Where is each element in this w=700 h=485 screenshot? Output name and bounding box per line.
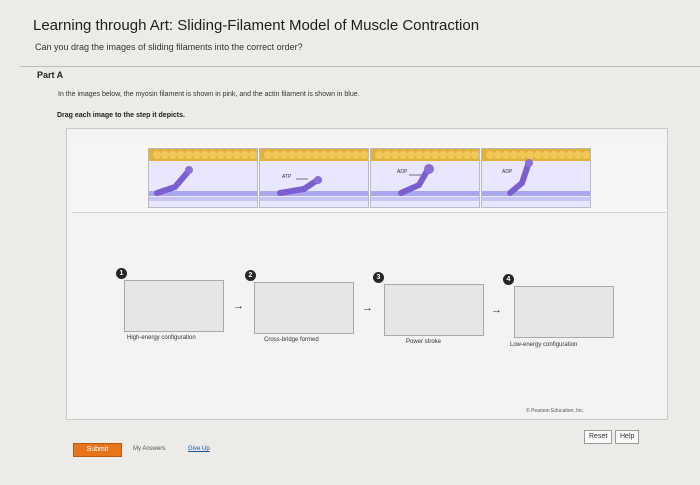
instructions: In the images below, the myosin filament… (58, 91, 360, 98)
sliding-filament-illustration (260, 149, 368, 201)
step-label: High-energy configuration (127, 335, 196, 341)
reset-button[interactable]: Reset (584, 430, 613, 444)
question-text: Can you drag the images of sliding filam… (35, 42, 303, 52)
drop-target-step-3[interactable] (384, 284, 484, 336)
sliding-filament-illustration (371, 149, 479, 201)
page-title: Learning through Art: Sliding-Filament M… (33, 17, 480, 34)
adp-label: ADP (397, 169, 408, 175)
divider (20, 66, 700, 67)
sequence-arrow: → (491, 304, 502, 316)
step-label: Power stroke (406, 339, 442, 345)
draggable-image-tile[interactable]: ADP (370, 148, 480, 208)
give-up-link[interactable]: Give Up (188, 446, 210, 452)
step-number-badge: 3 (373, 272, 384, 283)
sequence-arrow: → (362, 302, 373, 314)
draggable-image-tile[interactable]: ATP (259, 148, 369, 208)
drop-target-step-2[interactable] (254, 282, 354, 334)
step-number-badge: 4 (503, 274, 514, 285)
sliding-filament-illustration (149, 149, 257, 201)
drop-target-step-4[interactable] (514, 286, 614, 338)
step-label: Cross-bridge formed (264, 337, 319, 343)
sequence-arrow: → (233, 300, 244, 312)
step-number-badge: 2 (245, 270, 256, 281)
submit-button[interactable]: Submit (73, 443, 122, 457)
adp-label: ADP (502, 169, 513, 175)
draggable-image-tile[interactable] (148, 148, 258, 208)
drop-target-step-1[interactable] (124, 280, 224, 332)
part-label: Part A (37, 70, 64, 80)
sliding-filament-illustration (482, 149, 590, 201)
help-button[interactable]: Help (615, 430, 640, 444)
draggable-image-tile[interactable]: ADP (481, 148, 591, 208)
drag-instructions: Drag each image to the step it depicts. (57, 112, 185, 119)
my-answers-link[interactable]: My Answers (133, 446, 165, 452)
step-number-badge: 1 (116, 268, 127, 279)
step-label: Low-energy configuration (510, 342, 578, 348)
atp-label: ATP (282, 174, 292, 180)
copyright-text: © Pearson Education, Inc. (526, 408, 585, 414)
